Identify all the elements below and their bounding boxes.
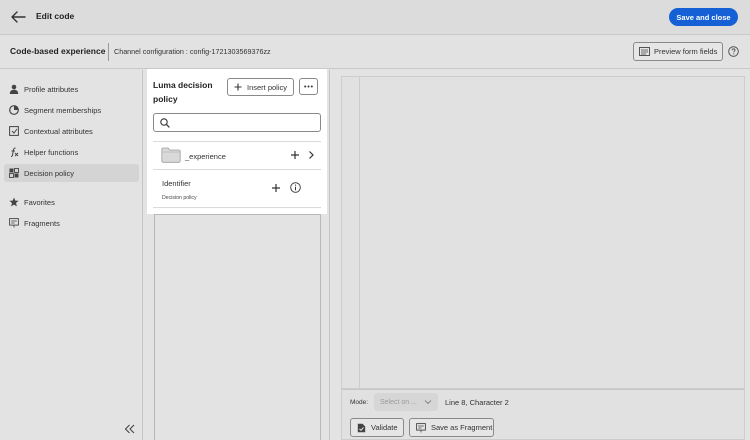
mode-select[interactable]: Select on ...	[374, 393, 438, 411]
sidebar-item-helper-functions[interactable]: Helper functions	[4, 143, 139, 161]
panel-title: Luma decision policy	[153, 80, 213, 104]
validate-button[interactable]: Validate	[350, 418, 404, 437]
experience-title: Code-based experience	[10, 46, 106, 56]
sidebar-item-label: Favorites	[24, 197, 55, 207]
fragment-icon	[9, 218, 19, 228]
sidebar-item-label: Decision policy	[24, 168, 75, 178]
mode-select-value: Select on ...	[380, 398, 417, 406]
insert-policy-button[interactable]: Insert policy	[227, 78, 294, 96]
collapse-double-chevron-icon[interactable]	[124, 424, 135, 434]
person-icon	[9, 84, 19, 94]
policy-item-type: Decision policy	[162, 195, 197, 201]
sidebar-item-label: Segment memberships	[24, 105, 102, 115]
sidebar-item-label: Contextual attributes	[24, 126, 93, 136]
page-title: Edit code	[36, 11, 75, 21]
fragment-icon	[416, 422, 426, 433]
chevron-down-icon	[424, 398, 432, 406]
sidebar-item-label: Fragments	[24, 218, 60, 228]
channel-configuration: Channel configuration : config-172130356…	[114, 47, 271, 56]
sidebar-item-segment-memberships[interactable]: Segment memberships	[4, 101, 139, 119]
sidebar-item-profile-attributes[interactable]: Profile attributes	[4, 80, 139, 98]
chevron-right-icon[interactable]	[307, 150, 315, 160]
mode-label: Mode:	[350, 399, 369, 406]
preview-form-fields-button[interactable]: Preview form fields	[633, 42, 723, 61]
policy-item-identifier[interactable]: Identifier Decision policy	[153, 170, 321, 207]
policy-search-field[interactable]	[153, 113, 321, 132]
back-arrow-icon[interactable]	[9, 9, 27, 25]
sidebar-item-contextual-attributes[interactable]: Contextual attributes	[4, 122, 139, 140]
header-divider	[108, 43, 109, 61]
add-icon[interactable]	[271, 183, 281, 193]
top-bar: Edit code Save and close	[0, 0, 750, 35]
add-icon[interactable]	[290, 150, 300, 160]
more-actions-button[interactable]	[299, 78, 318, 95]
form-fields-icon	[639, 47, 650, 56]
preview-form-fields-label: Preview form fields	[654, 47, 718, 56]
help-icon[interactable]	[728, 46, 739, 57]
save-and-close-button[interactable]: Save and close	[669, 8, 738, 26]
row-divider	[153, 207, 321, 208]
segment-icon	[9, 105, 19, 115]
folder-label: _experience	[185, 152, 226, 161]
left-navigation: Profile attributes Segment memberships C…	[0, 70, 143, 440]
function-icon	[9, 147, 19, 157]
save-as-fragment-button[interactable]: Save as Fragment	[409, 418, 494, 437]
folder-row-experience[interactable]: _experience	[153, 142, 321, 169]
code-editor[interactable]	[341, 76, 745, 389]
policy-item-name: Identifier	[162, 179, 191, 188]
sub-header: Code-based experience Channel configurat…	[0, 35, 750, 69]
sidebar-item-label: Helper functions	[24, 147, 79, 157]
sidebar-item-favorites[interactable]: Favorites	[4, 193, 139, 211]
sidebar-item-decision-policy[interactable]: Decision policy	[4, 164, 139, 182]
validate-icon	[357, 423, 366, 433]
cursor-position: Line 8, Character 2	[445, 398, 509, 407]
folder-icon	[161, 147, 181, 163]
insert-policy-label: Insert policy	[247, 82, 288, 92]
save-as-fragment-label: Save as Fragment	[431, 423, 493, 432]
search-input[interactable]	[174, 116, 314, 130]
info-icon[interactable]	[290, 182, 301, 193]
decision-policy-panel: Luma decision policy Insert policy _expe…	[147, 69, 327, 214]
sidebar-item-label: Profile attributes	[24, 84, 79, 94]
contextual-icon	[9, 126, 19, 136]
editor-gutter	[359, 77, 360, 388]
sidebar-item-fragments[interactable]: Fragments	[4, 214, 139, 232]
decision-icon	[9, 168, 19, 178]
plus-icon	[234, 83, 242, 91]
policy-column-frame	[154, 214, 321, 440]
ellipsis-icon	[304, 85, 313, 88]
star-icon	[9, 197, 19, 207]
editor-footer: Mode: Select on ... Line 8, Character 2 …	[341, 389, 745, 440]
validate-label: Validate	[371, 423, 398, 432]
search-icon	[160, 118, 170, 128]
